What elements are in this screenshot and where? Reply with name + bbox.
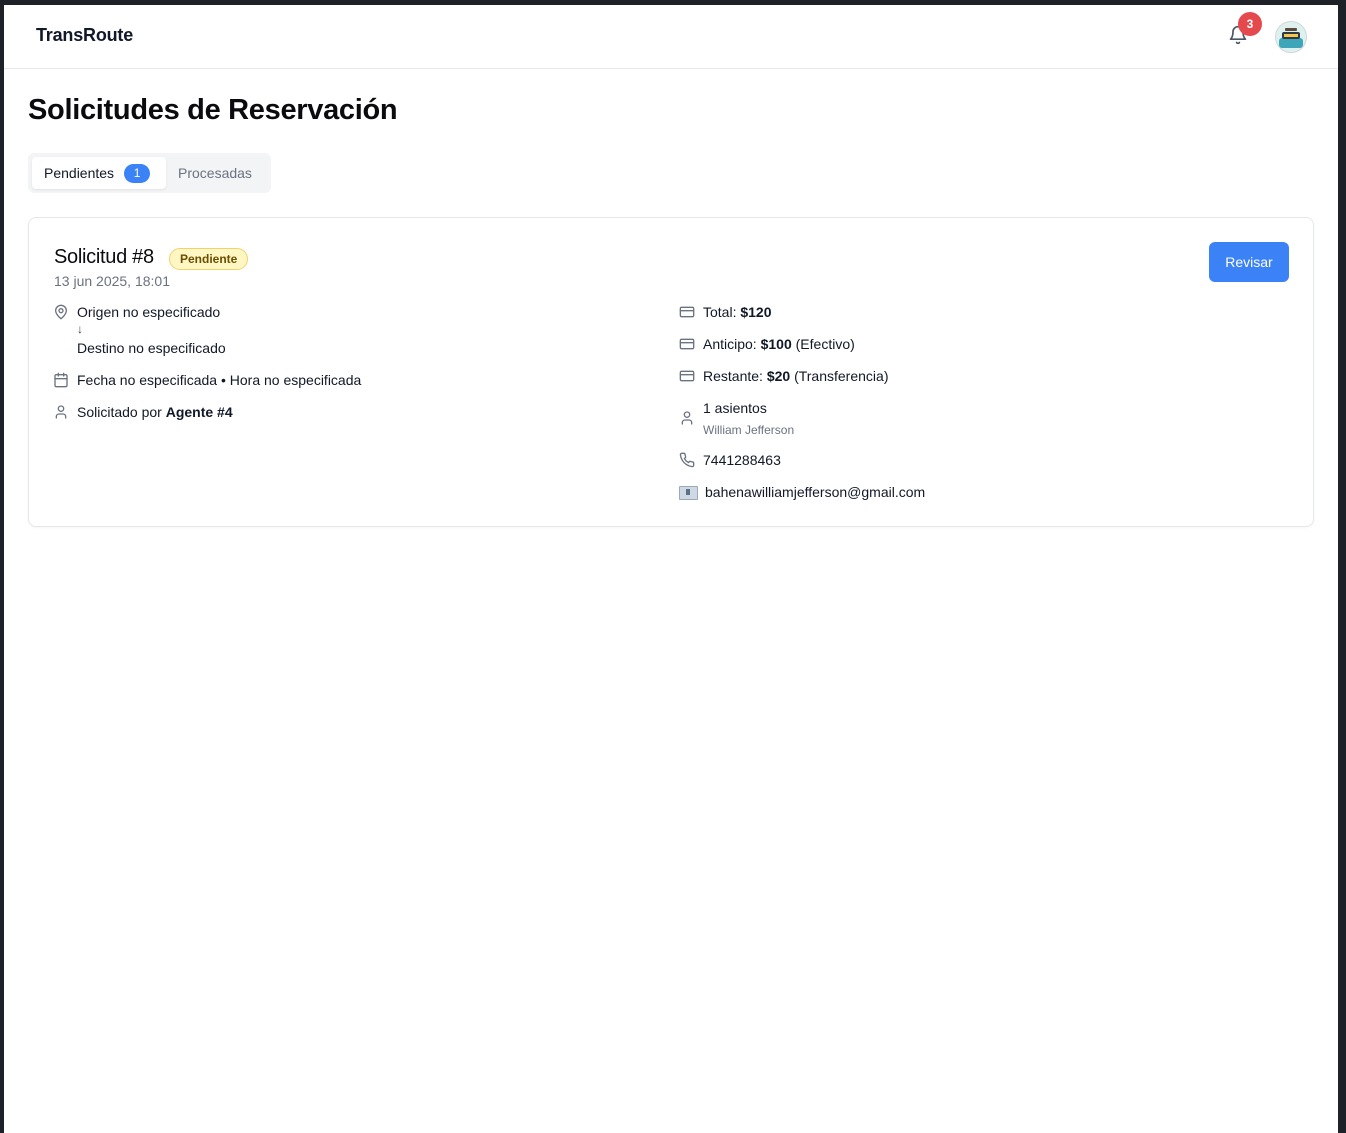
advance-value: $100 [760,336,792,352]
remaining-label: Restante: [703,368,767,384]
envelope-icon [679,486,698,500]
total-value: $120 [740,304,772,320]
tab-procesadas[interactable]: Procesadas [178,157,252,189]
date-time-text: Fecha no especificada • Hora no especifi… [77,372,362,388]
brand-logo-text[interactable]: TransRoute [36,25,133,46]
user-icon [679,410,695,426]
route-arrow: ↓ [77,322,83,336]
notification-count-badge[interactable]: 3 [1238,12,1262,36]
requested-by: Solicitado por Agente #4 [77,404,233,420]
review-button[interactable]: Revisar [1209,242,1289,282]
email-text: bahenawilliamjefferson@gmail.com [705,484,926,500]
status-badge: Pendiente [169,248,249,270]
calendar-icon [53,372,69,388]
credit-card-icon [679,368,695,384]
phone-text: 7441288463 [703,452,781,468]
tab-pendientes-label: Pendientes [44,165,115,181]
map-pin-icon [53,304,69,320]
total-label: Total: [703,304,741,320]
pending-count-badge: 1 [124,163,151,183]
page-title: Solicitudes de Reservación [28,94,398,126]
user-icon [53,404,69,420]
phone-icon [679,452,695,468]
seats-text: 1 asientos [703,400,767,416]
advance-text: Anticipo: $100 (Efectivo) [703,336,855,352]
request-title: Solicitud #8 [54,246,154,268]
top-navigation-bar: TransRoute 3 [4,5,1338,69]
remaining-method: (Transferencia) [790,368,889,384]
passenger-name: William Jefferson [703,423,795,437]
advance-label: Anticipo: [703,336,761,352]
tab-procesadas-label: Procesadas [178,165,252,181]
total-text: Total: $120 [703,304,772,320]
user-avatar[interactable] [1275,21,1307,53]
app-window: TransRoute 3 Solicitudes de Reservación … [4,5,1338,1133]
advance-method: (Efectivo) [791,336,855,352]
request-datetime: 13 jun 2025, 18:01 [54,273,170,289]
requested-by-agent: Agente #4 [165,404,233,420]
destination-text: Destino no especificado [77,340,226,356]
status-tabs: Pendientes 1 Procesadas [28,153,271,193]
remaining-text: Restante: $20 (Transferencia) [703,368,888,384]
reservation-request-card: Solicitud #8 Pendiente 13 jun 2025, 18:0… [28,217,1314,527]
tab-pendientes[interactable]: Pendientes 1 [32,157,166,189]
credit-card-icon [679,336,695,352]
credit-card-icon [679,304,695,320]
remaining-value: $20 [766,368,791,384]
origin-text: Origen no especificado [77,304,221,320]
requested-by-prefix: Solicitado por [77,404,166,420]
